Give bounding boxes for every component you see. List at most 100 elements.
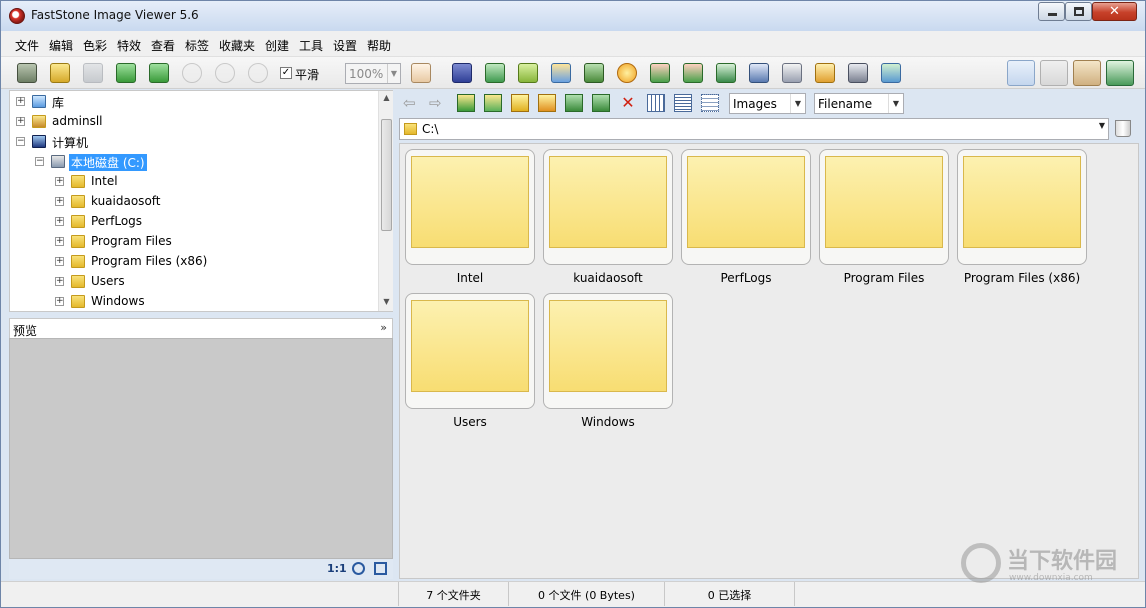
next-image-icon[interactable] xyxy=(149,63,169,83)
tree-item-program-files-x86[interactable]: + Program Files (x86) xyxy=(10,252,378,272)
thumbnail-card[interactable] xyxy=(957,149,1087,265)
move-to-icon[interactable] xyxy=(592,94,610,112)
tree-item-computer[interactable]: − 计算机 xyxy=(10,132,378,152)
view-details-button[interactable] xyxy=(1040,60,1068,86)
upload-image-icon[interactable] xyxy=(485,63,505,83)
email-icon[interactable] xyxy=(815,63,835,83)
chevron-down-icon[interactable]: ▼ xyxy=(790,94,805,113)
maximize-button[interactable] xyxy=(1065,2,1092,21)
scroll-thumb[interactable] xyxy=(381,119,392,231)
color-balance-icon[interactable] xyxy=(551,63,571,83)
expand-icon[interactable]: + xyxy=(55,197,64,206)
tree-item-perflogs[interactable]: + PerfLogs xyxy=(10,212,378,232)
acquire-camera-icon[interactable] xyxy=(17,63,37,83)
expand-icon[interactable]: + xyxy=(16,97,25,106)
tree-item-users[interactable]: + Users xyxy=(10,272,378,292)
tree-item-user[interactable]: + adminsll xyxy=(10,112,378,132)
expand-icon[interactable] xyxy=(374,562,387,575)
tree-item-intel[interactable]: + Intel xyxy=(10,172,378,192)
zoom-dropdown-arrow-icon[interactable]: ▼ xyxy=(387,64,400,83)
details-view-icon[interactable] xyxy=(701,94,719,112)
stamp-icon[interactable] xyxy=(584,63,604,83)
film-strip-icon[interactable] xyxy=(452,63,472,83)
title-bar[interactable]: FastStone Image Viewer 5.6 ✕ xyxy=(1,1,1145,31)
refresh-icon[interactable] xyxy=(484,94,502,112)
path-input[interactable]: C:\ ▼ xyxy=(399,118,1109,140)
preview-header[interactable]: 预览 » xyxy=(9,318,393,338)
previous-image-icon[interactable] xyxy=(116,63,136,83)
menu-edit[interactable]: 编辑 xyxy=(49,37,73,54)
draw-icon[interactable] xyxy=(782,63,802,83)
zoom-out-icon[interactable] xyxy=(215,63,235,83)
menu-help[interactable]: 帮助 xyxy=(367,37,391,54)
menu-create[interactable]: 创建 xyxy=(265,37,289,54)
recycle-bin-icon[interactable] xyxy=(1115,120,1131,137)
crop-icon[interactable] xyxy=(518,63,538,83)
thumbnail-card[interactable] xyxy=(819,149,949,265)
scroll-down-icon[interactable]: ▼ xyxy=(379,297,394,306)
minimize-button[interactable] xyxy=(1038,2,1065,21)
filter-select[interactable]: Images ▼ xyxy=(729,93,806,114)
sun-effects-icon[interactable] xyxy=(617,63,637,83)
expand-icon[interactable]: + xyxy=(55,217,64,226)
chevron-down-icon[interactable]: ▼ xyxy=(1099,121,1105,130)
slideshow-icon[interactable] xyxy=(749,63,769,83)
fullscreen-button[interactable] xyxy=(1106,60,1134,86)
new-folder-icon[interactable] xyxy=(538,94,556,112)
sort-select[interactable]: Filename ▼ xyxy=(814,93,904,114)
delete-icon[interactable]: ✕ xyxy=(619,94,637,112)
tree-item-library[interactable]: + 库 xyxy=(10,92,378,112)
back-icon[interactable]: ⇦ xyxy=(403,94,421,112)
expand-icon[interactable]: + xyxy=(55,277,64,286)
actual-size-icon[interactable] xyxy=(248,63,268,83)
menu-color[interactable]: 色彩 xyxy=(83,37,107,54)
zoom-in-icon[interactable] xyxy=(182,63,202,83)
tree-item-program-files[interactable]: + Program Files xyxy=(10,232,378,252)
expand-icon[interactable]: + xyxy=(55,297,64,306)
batch-convert-icon[interactable] xyxy=(881,63,901,83)
collapse-icon[interactable]: − xyxy=(16,137,25,146)
parent-folder-icon[interactable] xyxy=(457,94,475,112)
tree-item-kuaidaosoft[interactable]: + kuaidaosoft xyxy=(10,192,378,212)
tree-item-windows[interactable]: + Windows xyxy=(10,292,378,312)
rotate-left-icon[interactable] xyxy=(650,63,670,83)
menu-effects[interactable]: 特效 xyxy=(117,37,141,54)
fit-icon[interactable] xyxy=(352,562,365,575)
flip-icon[interactable] xyxy=(716,63,736,83)
view-thumbnails-button[interactable] xyxy=(1073,60,1101,86)
expand-icon[interactable]: + xyxy=(55,257,64,266)
chevron-down-icon[interactable]: ▼ xyxy=(888,94,903,113)
menu-settings[interactable]: 设置 xyxy=(333,37,357,54)
tree-scrollbar[interactable]: ▲ ▼ xyxy=(378,91,393,311)
expand-icon[interactable]: + xyxy=(55,237,64,246)
forward-icon[interactable]: ⇨ xyxy=(429,94,447,112)
menu-tags[interactable]: 标签 xyxy=(185,37,209,54)
tree-item-drive-c[interactable]: − 本地磁盘 (C:) xyxy=(10,152,378,172)
list-view-icon[interactable] xyxy=(674,94,692,112)
expand-icon[interactable]: + xyxy=(16,117,25,126)
menu-favorites[interactable]: 收藏夹 xyxy=(219,37,255,54)
thumbnail-card[interactable] xyxy=(681,149,811,265)
expand-icon[interactable]: + xyxy=(55,177,64,186)
hand-tool-icon[interactable] xyxy=(411,63,431,83)
rotate-right-icon[interactable] xyxy=(683,63,703,83)
thumbnail-card[interactable] xyxy=(543,149,673,265)
open-folder-icon[interactable] xyxy=(50,63,70,83)
thumbnail-card[interactable] xyxy=(405,293,535,409)
scroll-up-icon[interactable]: ▲ xyxy=(379,93,394,102)
menu-view[interactable]: 查看 xyxy=(151,37,175,54)
chevron-down-icon[interactable]: » xyxy=(380,321,387,334)
thumbnail-card[interactable] xyxy=(405,149,535,265)
close-button[interactable]: ✕ xyxy=(1092,2,1137,21)
copy-to-icon[interactable] xyxy=(565,94,583,112)
collapse-icon[interactable]: − xyxy=(35,157,44,166)
favorites-icon[interactable] xyxy=(511,94,529,112)
actual-size-ratio[interactable]: 1:1 xyxy=(327,562,347,575)
thumbnail-card[interactable] xyxy=(543,293,673,409)
print-icon[interactable] xyxy=(848,63,868,83)
menu-file[interactable]: 文件 xyxy=(15,37,39,54)
smooth-checkbox[interactable]: ✓ xyxy=(280,67,292,79)
thumbnail-view-icon[interactable] xyxy=(647,94,665,112)
view-browser-button[interactable] xyxy=(1007,60,1035,86)
save-icon[interactable] xyxy=(83,63,103,83)
